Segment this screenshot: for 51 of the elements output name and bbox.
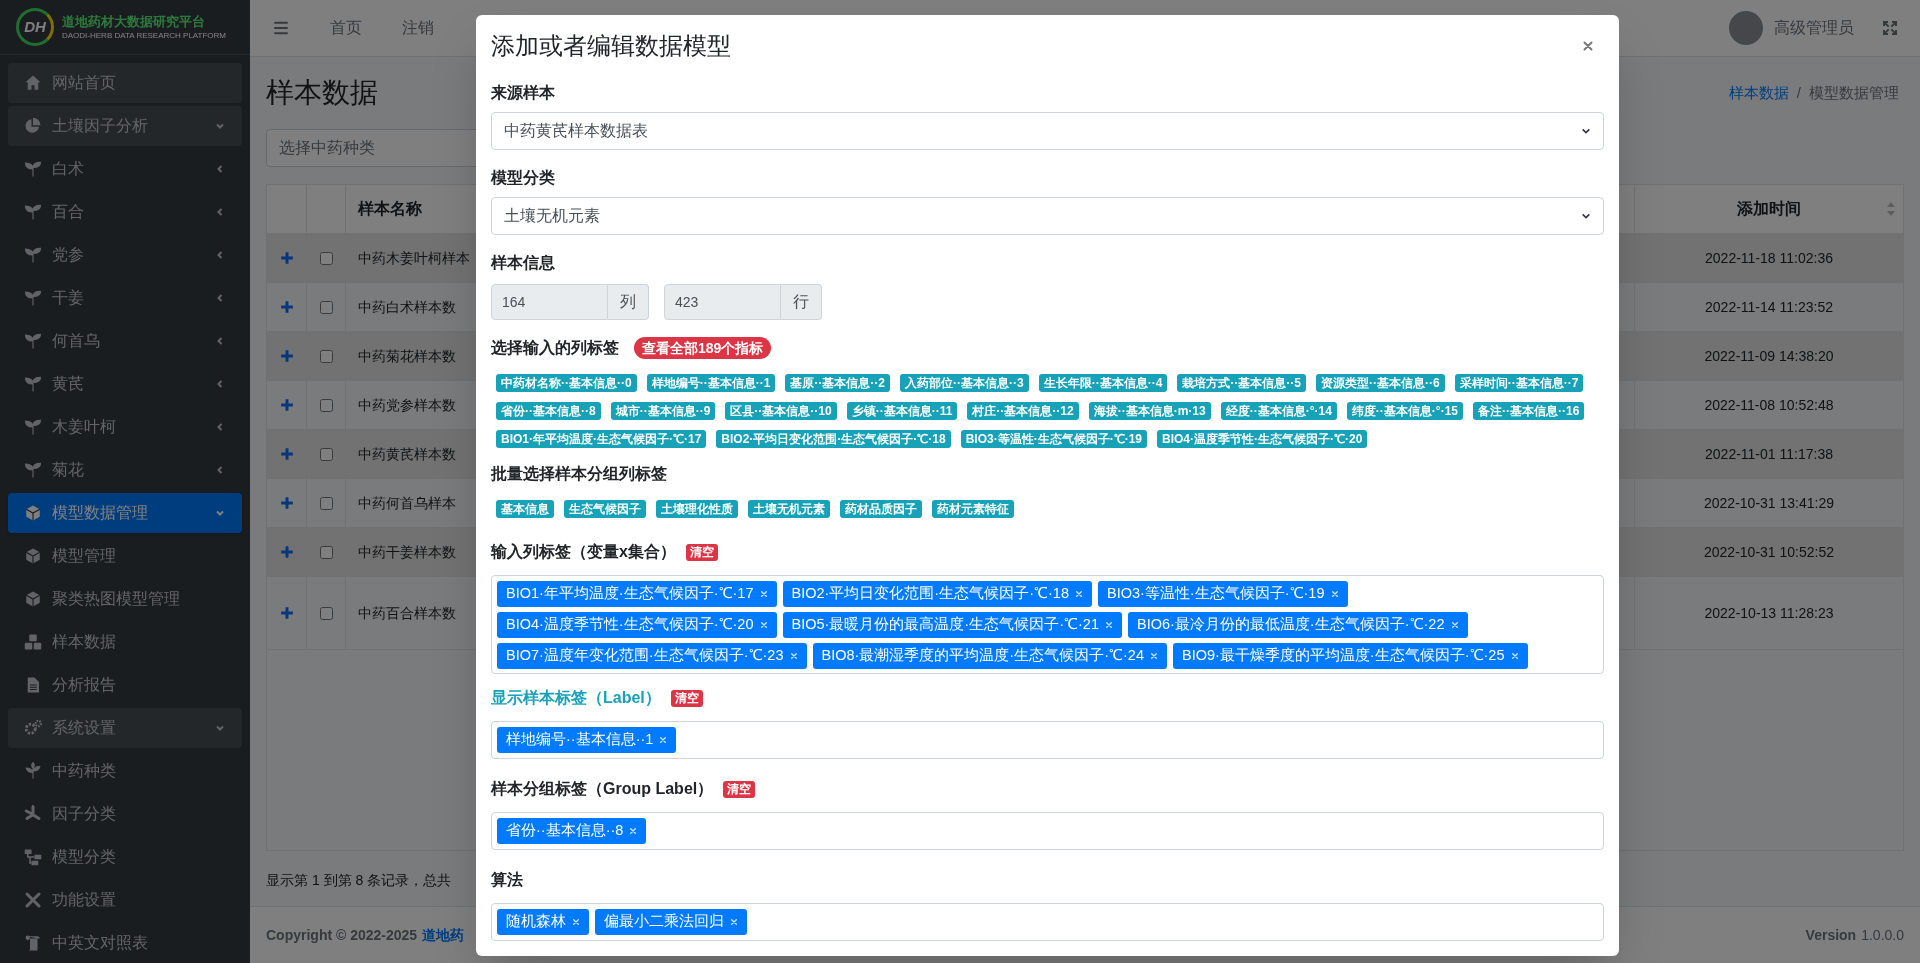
table-cell-text: 中药何首乌样本 [358,493,456,513]
selected-tag: 偏最小二乘法回归 [595,909,747,935]
selected-tag: BIO1·年平均温度·生态气候因子·℃·17 [497,581,777,607]
field-label: 算法 [491,870,523,890]
field-label: 模型分类 [491,168,556,188]
table-cell-text: 中药白术样本数 [358,297,456,317]
selected-tag: BIO8·最潮湿季度的平均温度·生态气候因子·℃·24 [812,643,1167,669]
field-label: 输入列标签（变量x集合） [491,542,676,562]
pagination-info: 显示第 1 到第 8 条记录，总共 [266,872,452,888]
table-cell-text: 2022-10-31 13:41:29 [1704,493,1834,513]
table-cell-text: 2022-10-31 10:52:52 [1704,542,1834,562]
field-label: 选择输入的列标签 [491,338,619,358]
brand-subtitle: DAODI-HERB DATA RESEARCH PLATFORM [62,29,227,41]
selected-tag: BIO7·温度年变化范围·生态气候因子·℃·23 [497,643,807,669]
logo-badge: DH [16,8,54,46]
table-cell-text: 中药菊花样本数 [358,346,456,366]
selected-tag: 随机森林 [497,909,589,935]
field-label: 显示样本标签（Label） [491,688,661,708]
selected-tag: BIO2·平均日变化范围·生态气候因子·℃·18 [782,581,1092,607]
selected-tag: BIO5·最暖月份的最高温度·生态气候因子·℃·21 [782,612,1122,638]
unit-addon: 行 [781,284,822,320]
unit-addon: 列 [608,284,649,320]
field-label: 样本信息 [491,253,556,273]
selected-tag: BIO4·温度季节性·生态气候因子·℃·20 [497,612,777,638]
field-label: 来源样本 [491,83,556,103]
table-cell-text: 中药党参样本数 [358,395,456,415]
selected-tag: 省份··基本信息··8 [497,818,647,844]
field-label: 样本分组标签（Group Label） [491,779,714,799]
table-cell-text: 2022-11-01 11:17:38 [1705,444,1833,464]
brand-title: 道地药材大数据研究平台 [62,13,206,30]
modal-title: 添加或者编辑数据模型 [491,31,731,61]
version-label: Version [1805,925,1857,945]
table-cell-text: 2022-11-08 10:52:48 [1704,395,1834,415]
copyright-text: Copyright © 2022-2025 [266,925,418,945]
selected-tag: BIO6·最冷月份的最低温度·生态气候因子·℃·22 [1128,612,1468,638]
breadcrumb-item: 模型数据管理 [1809,82,1899,103]
version-number: 1.0.0.0 [1861,925,1904,945]
page-title: 样本数据 [266,77,378,108]
field-label: 批量选择样本分组列标签 [491,464,668,484]
selected-tag: BIO9·最干燥季度的平均温度·生态气候因子·℃·25 [1173,643,1528,669]
table-cell-text: 2022-11-09 14:38:20 [1704,346,1834,366]
table-cell-text: 2022-10-13 11:28:23 [1704,603,1834,623]
selected-tag: BIO3·等温性·生态气候因子·℃·19 [1098,581,1348,607]
table-cell-text: 中药木姜叶柯样本 [358,248,470,268]
table-cell-text: 中药干姜样本数 [358,542,456,562]
selected-tag: 样地编号··基本信息··1 [497,727,677,753]
table-cell-text: 2022-11-14 11:23:52 [1705,297,1833,317]
table-cell-text: 2022-11-18 11:02:36 [1705,248,1833,268]
breadcrumb-separator: / [1796,82,1801,103]
table-cell-text: 中药百合样本数 [358,603,456,623]
table-cell-text: 中药黄芪样本数 [358,444,456,464]
